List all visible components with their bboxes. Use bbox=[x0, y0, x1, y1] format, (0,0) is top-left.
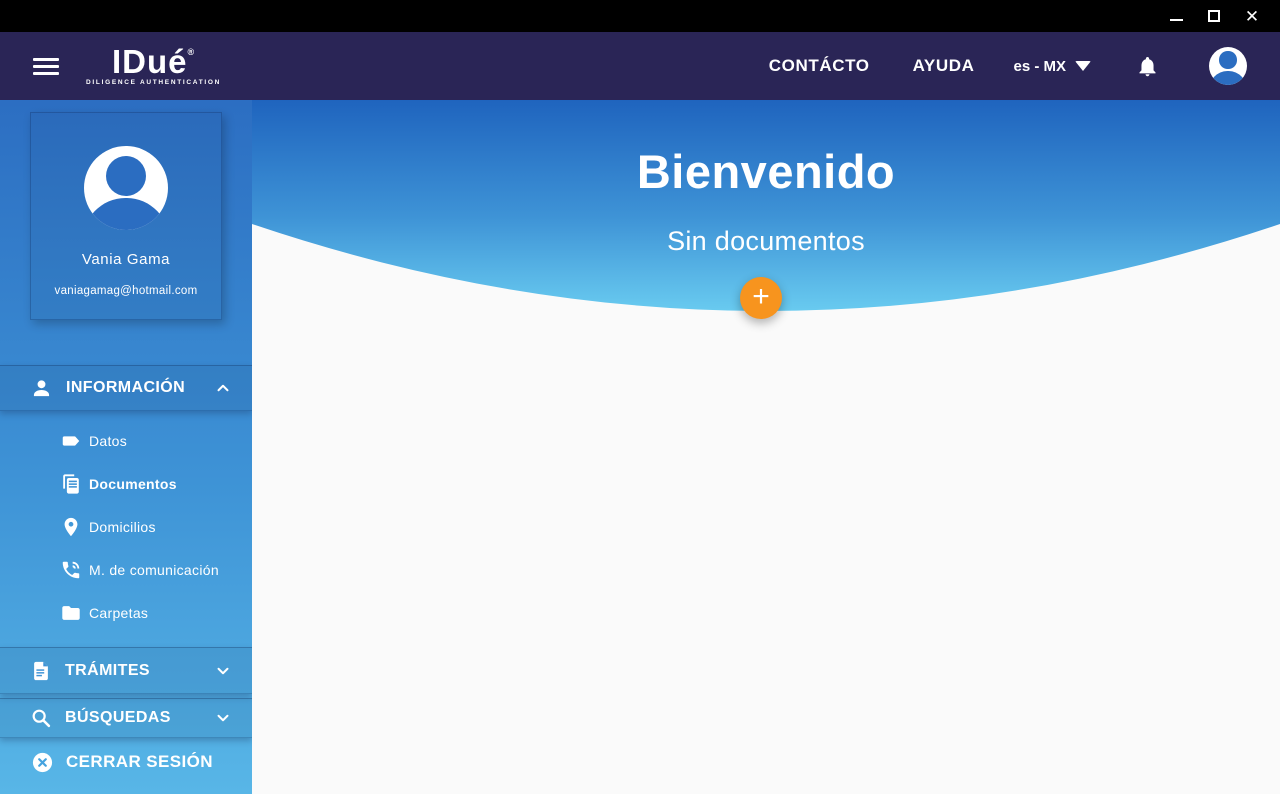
close-circle-icon bbox=[31, 751, 54, 774]
person-icon bbox=[30, 377, 53, 400]
logout-label: CERRAR SESIÓN bbox=[66, 752, 213, 772]
label-icon bbox=[60, 430, 82, 452]
language-selector[interactable]: es - MX bbox=[1013, 58, 1091, 75]
profile-email: vaniagamag@hotmail.com bbox=[55, 285, 198, 297]
profile-name: Vania Gama bbox=[82, 251, 170, 268]
logout-button[interactable]: CERRAR SESIÓN bbox=[0, 740, 252, 784]
plus-icon: + bbox=[752, 280, 770, 314]
nav-contact[interactable]: CONTÁCTO bbox=[769, 56, 870, 76]
section-label: INFORMACIÓN bbox=[66, 379, 185, 397]
sidebar-section-informacion[interactable]: INFORMACIÓN bbox=[0, 365, 252, 411]
language-value: es - MX bbox=[1013, 58, 1066, 75]
maximize-icon bbox=[1208, 10, 1220, 22]
hamburger-icon bbox=[33, 58, 59, 61]
add-document-button[interactable]: + bbox=[740, 277, 782, 319]
notifications-button[interactable] bbox=[1136, 55, 1159, 78]
documents-icon bbox=[60, 473, 82, 495]
app-body: Vania Gama vaniagamag@hotmail.com INFORM… bbox=[0, 100, 1280, 794]
trademark-symbol: ® bbox=[187, 47, 195, 57]
appbar-nav: CONTÁCTO AYUDA es - MX bbox=[769, 47, 1280, 85]
avatar-person-icon bbox=[106, 156, 146, 196]
logo-text: IDué® bbox=[86, 46, 221, 77]
phone-icon bbox=[60, 559, 82, 581]
main-content: Bienvenido Sin documentos + bbox=[252, 100, 1280, 794]
chevron-up-icon bbox=[214, 379, 232, 397]
titlebar: ✕ bbox=[0, 0, 1280, 32]
minimize-button[interactable] bbox=[1162, 4, 1190, 28]
chevron-down-icon bbox=[214, 709, 232, 727]
item-label: M. de comunicación bbox=[89, 562, 219, 578]
folder-icon bbox=[60, 602, 82, 624]
close-button[interactable]: ✕ bbox=[1238, 4, 1266, 28]
avatar-person-icon bbox=[1219, 51, 1236, 68]
sidebar-item-documentos[interactable]: Documentos bbox=[0, 462, 252, 505]
sidebar-item-m-de-comunicacion[interactable]: M. de comunicación bbox=[0, 548, 252, 591]
section-label: BÚSQUEDAS bbox=[65, 709, 171, 727]
app-header: IDué® DILIGENCE AUTHENTICATION CONTÁCTO … bbox=[0, 32, 1280, 100]
sidebar-section-tramites[interactable]: TRÁMITES bbox=[0, 647, 252, 694]
item-label: Datos bbox=[89, 433, 127, 449]
menu-button[interactable] bbox=[33, 58, 59, 75]
sidebar-menu: INFORMACIÓN Datos Documentos Domicilios bbox=[0, 365, 252, 784]
maximize-button[interactable] bbox=[1200, 4, 1228, 28]
chevron-down-icon bbox=[214, 662, 232, 680]
section-label: TRÁMITES bbox=[65, 662, 150, 680]
page-title: Bienvenido bbox=[252, 144, 1280, 199]
app-logo[interactable]: IDué® DILIGENCE AUTHENTICATION bbox=[86, 46, 221, 86]
caret-down-icon bbox=[1075, 61, 1091, 71]
item-label: Domicilios bbox=[89, 519, 156, 535]
nav-help[interactable]: AYUDA bbox=[913, 56, 975, 76]
item-label: Documentos bbox=[89, 476, 177, 492]
item-label: Carpetas bbox=[89, 605, 148, 621]
informacion-items: Datos Documentos Domicilios M. de comuni… bbox=[0, 411, 252, 644]
empty-state-message: Sin documentos bbox=[252, 226, 1280, 257]
bell-icon bbox=[1136, 55, 1159, 78]
search-icon bbox=[30, 707, 52, 729]
close-icon: ✕ bbox=[1245, 8, 1259, 25]
sidebar-item-domicilios[interactable]: Domicilios bbox=[0, 505, 252, 548]
minimize-icon bbox=[1170, 19, 1183, 21]
logo-subtitle: DILIGENCE AUTHENTICATION bbox=[86, 79, 221, 86]
document-icon bbox=[30, 660, 52, 682]
sidebar: Vania Gama vaniagamag@hotmail.com INFORM… bbox=[0, 100, 252, 794]
profile-avatar bbox=[84, 146, 168, 230]
sidebar-item-datos[interactable]: Datos bbox=[0, 419, 252, 462]
sidebar-section-busquedas[interactable]: BÚSQUEDAS bbox=[0, 698, 252, 738]
location-pin-icon bbox=[60, 516, 82, 538]
sidebar-item-carpetas[interactable]: Carpetas bbox=[0, 591, 252, 634]
profile-card: Vania Gama vaniagamag@hotmail.com bbox=[30, 112, 222, 320]
user-avatar[interactable] bbox=[1209, 47, 1247, 85]
